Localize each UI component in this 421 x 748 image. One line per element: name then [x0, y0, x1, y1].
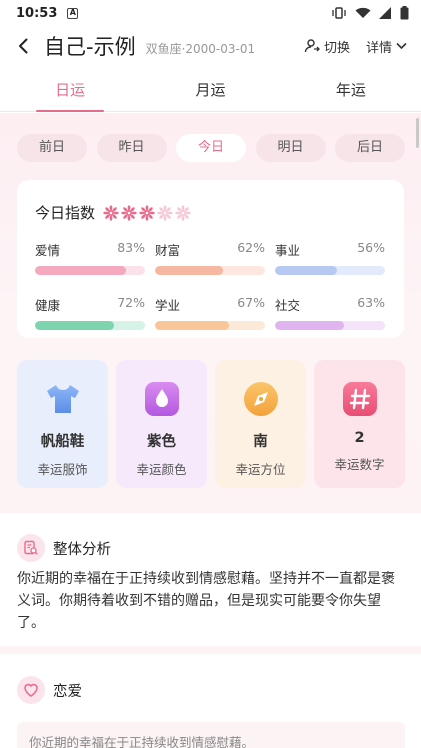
love-text-box: 你近期的幸福在于正持续收到情感慰藉。: [17, 722, 405, 748]
lucky-items: 帆船鞋 幸运服饰 紫色 幸运颜色 南 幸运方位 2 幸运数字: [17, 360, 405, 488]
profile-subtitle: 双鱼座·2000-03-01: [145, 41, 256, 56]
today-index-card: 今日指数 爱情 83% 财富 62% 事业 56% 健康 72% 学业 67% 社交 63%: [17, 180, 404, 338]
stat-percent: 72%: [117, 295, 145, 310]
stat-bar: [155, 266, 265, 275]
section-divider: [0, 646, 421, 654]
compass-icon: [242, 380, 280, 418]
wifi-icon: [355, 7, 371, 18]
stat-bar: [35, 321, 145, 330]
lucky-clothing[interactable]: 帆船鞋 幸运服饰: [17, 360, 108, 488]
lucky-number-caption: 幸运数字: [334, 457, 385, 472]
stat-bar-fill: [35, 266, 127, 275]
lucky-clothing-caption: 幸运服饰: [37, 462, 88, 477]
stat-name: 爱情: [35, 243, 61, 258]
stat-bar-fill: [155, 321, 229, 330]
period-tabs: 日运 月运 年运: [0, 70, 421, 112]
stat-bar: [275, 266, 385, 275]
stat-bar-fill: [275, 266, 337, 275]
star-empty-icon: [157, 204, 173, 221]
section-divider: [0, 505, 421, 513]
tab-monthly[interactable]: 月运: [140, 70, 280, 111]
lucky-color-value: 紫色: [147, 434, 176, 450]
stat-name: 事业: [275, 243, 301, 258]
stat-percent: 62%: [237, 240, 265, 255]
stat-3: 健康 72%: [35, 295, 145, 330]
lucky-color-caption: 幸运颜色: [136, 462, 187, 477]
stat-name: 社交: [275, 298, 301, 313]
day-yesterday[interactable]: 昨日: [96, 134, 167, 162]
stat-bar-fill: [35, 321, 115, 330]
page-title: 自己-示例: [44, 35, 136, 59]
stat-0: 爱情 83%: [35, 240, 145, 275]
vibrate-icon: [332, 7, 346, 19]
switch-profile-button[interactable]: 切换: [304, 37, 350, 56]
stat-percent: 56%: [357, 240, 385, 255]
stat-5: 社交 63%: [275, 295, 385, 330]
heart-icon: [17, 676, 45, 704]
tab-daily[interactable]: 日运: [0, 70, 140, 112]
analysis-icon: [17, 534, 45, 562]
day-selector: 前日 昨日 今日 明日 后日: [17, 134, 405, 162]
stat-2: 事业 56%: [275, 240, 385, 275]
lucky-clothing-value: 帆船鞋: [40, 434, 85, 450]
day-before-yesterday[interactable]: 前日: [17, 134, 87, 162]
battery-icon: [400, 6, 409, 20]
hash-icon: [341, 380, 379, 418]
user-switch-icon: [304, 39, 320, 53]
love-section: 恋爱: [17, 676, 407, 704]
lucky-color[interactable]: 紫色 幸运颜色: [116, 360, 207, 488]
day-tomorrow[interactable]: 明日: [255, 134, 326, 162]
day-today[interactable]: 今日: [176, 134, 246, 162]
tshirt-icon: [44, 380, 82, 418]
stat-bar-fill: [155, 266, 224, 275]
back-button[interactable]: [14, 36, 32, 56]
status-bar: 10:53 A: [0, 0, 421, 26]
stat-name: 学业: [155, 298, 181, 313]
star-filled-icon: [103, 204, 119, 221]
stat-percent: 63%: [357, 295, 385, 310]
overall-analysis-section: 整体分析 你近期的幸福在于正持续收到情感慰藉。坚持并不一直都是褒义词。你期待着收…: [17, 534, 407, 634]
love-text: 你近期的幸福在于正持续收到情感慰藉。: [29, 735, 255, 748]
stat-grid: 爱情 83% 财富 62% 事业 56% 健康 72% 学业 67% 社交 63%: [35, 240, 386, 330]
overall-analysis-title: 整体分析: [53, 541, 111, 558]
index-label: 今日指数: [35, 204, 96, 222]
lucky-number-value: 2: [354, 430, 365, 446]
star-filled-icon: [139, 204, 155, 221]
stat-4: 学业 67%: [155, 295, 265, 330]
stat-bar: [275, 321, 385, 330]
stat-1: 财富 62%: [155, 240, 265, 275]
tab-yearly[interactable]: 年运: [281, 70, 421, 111]
status-icons: [331, 6, 409, 20]
detail-label: 详情: [365, 40, 392, 56]
stat-bar: [35, 266, 145, 275]
switch-label: 切换: [323, 40, 350, 56]
stat-name: 健康: [35, 298, 61, 313]
lucky-direction-caption: 幸运方位: [235, 462, 286, 477]
stat-bar-fill: [275, 321, 345, 330]
stat-percent: 67%: [237, 295, 265, 310]
overall-analysis-text: 你近期的幸福在于正持续收到情感慰藉。坚持并不一直都是褒义词。你期待着收到不错的赠…: [17, 571, 395, 631]
love-title: 恋爱: [53, 683, 82, 700]
rating-stars: [103, 204, 191, 221]
lucky-direction-value: 南: [253, 434, 268, 450]
lucky-number[interactable]: 2 幸运数字: [314, 360, 405, 488]
day-after-tomorrow[interactable]: 后日: [335, 134, 405, 162]
star-empty-icon: [175, 204, 191, 221]
chevron-down-icon: [396, 42, 407, 50]
droplet-icon: [143, 380, 181, 418]
status-time: 10:53: [16, 5, 58, 21]
stat-bar: [155, 321, 265, 330]
star-filled-icon: [121, 204, 137, 221]
notification-a-icon: A: [67, 7, 79, 19]
cell-signal-icon: [379, 7, 391, 19]
chevron-left-icon: [19, 38, 28, 54]
lucky-direction[interactable]: 南 幸运方位: [215, 360, 306, 488]
nav-header: 自己-示例 双鱼座·2000-03-01 切换 详情: [0, 26, 421, 66]
scrollbar[interactable]: [416, 118, 419, 148]
detail-dropdown[interactable]: 详情: [366, 37, 407, 56]
stat-name: 财富: [155, 243, 181, 258]
stat-percent: 83%: [117, 240, 145, 255]
